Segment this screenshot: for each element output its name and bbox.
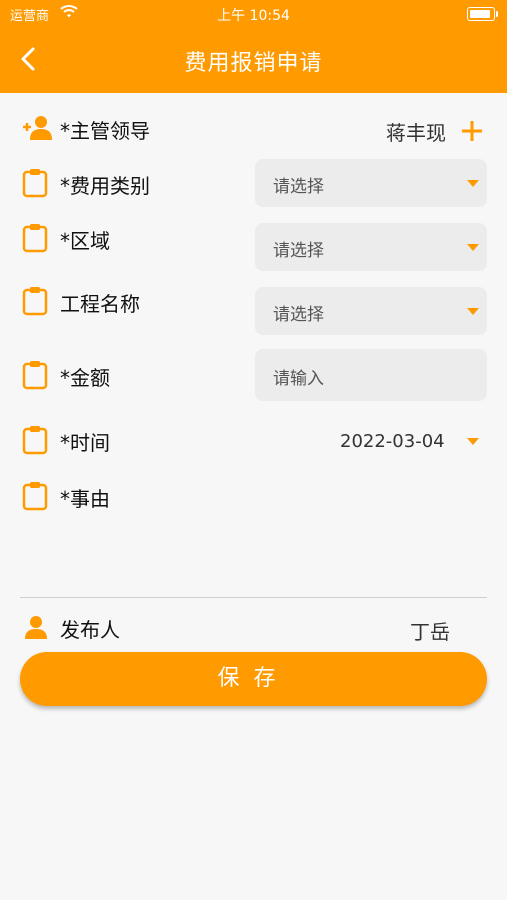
category-placeholder: 请选择 (273, 177, 324, 197)
publisher-value: 丁岳 (410, 620, 450, 644)
caret-down-icon (467, 308, 479, 315)
clipboard-icon (22, 169, 48, 198)
project-label: 工程名称 (60, 292, 140, 316)
supervisor-row: *主管领导 蒋丰现 (0, 112, 507, 146)
caret-down-icon[interactable] (467, 438, 479, 445)
publisher-row: 发布人 丁岳 (0, 612, 507, 644)
reason-label: *事由 (60, 487, 110, 511)
clipboard-icon (22, 426, 48, 455)
status-time: 上午 10:54 (217, 8, 290, 24)
plus-icon[interactable] (461, 120, 483, 142)
category-select[interactable]: 请选择 (255, 159, 487, 207)
divider (20, 597, 487, 598)
project-placeholder: 请选择 (273, 305, 324, 325)
person-icon (25, 616, 47, 639)
project-select[interactable]: 请选择 (255, 287, 487, 335)
battery-icon (467, 7, 498, 21)
header-bar: 运营商 上午 10:54 费用报销申请 (0, 0, 507, 93)
supervisor-label: *主管领导 (60, 119, 150, 143)
reason-row: *事由 (0, 481, 507, 515)
project-row: 工程名称 请选择 (0, 286, 507, 336)
region-placeholder: 请选择 (273, 241, 324, 261)
region-label: *区域 (60, 229, 110, 253)
publisher-label: 发布人 (60, 618, 120, 642)
supervisor-value[interactable]: 蒋丰现 (386, 117, 446, 146)
page-title: 费用报销申请 (184, 51, 323, 76)
category-row: *费用类别 请选择 (0, 158, 507, 208)
region-row: *区域 请选择 (0, 222, 507, 272)
time-label: *时间 (60, 431, 110, 455)
time-row: *时间 2022-03-04 (0, 424, 507, 458)
region-select[interactable]: 请选择 (255, 223, 487, 271)
amount-label: *金额 (60, 366, 110, 390)
status-bar: 运营商 上午 10:54 (0, 0, 507, 28)
reason-input[interactable] (60, 520, 487, 590)
amount-row: *金额 请输入 (0, 349, 507, 401)
clipboard-icon (22, 287, 48, 316)
clipboard-icon (22, 361, 48, 390)
category-label: *费用类别 (60, 174, 150, 198)
clipboard-icon (22, 482, 48, 511)
amount-input[interactable]: 请输入 (255, 349, 487, 401)
clipboard-icon (22, 224, 48, 253)
date-value[interactable]: 2022-03-04 (340, 431, 445, 452)
save-button[interactable]: 保存 (20, 652, 487, 706)
add-person-icon (23, 116, 52, 140)
amount-placeholder: 请输入 (273, 369, 324, 389)
caret-down-icon (467, 180, 479, 187)
caret-down-icon (467, 244, 479, 251)
